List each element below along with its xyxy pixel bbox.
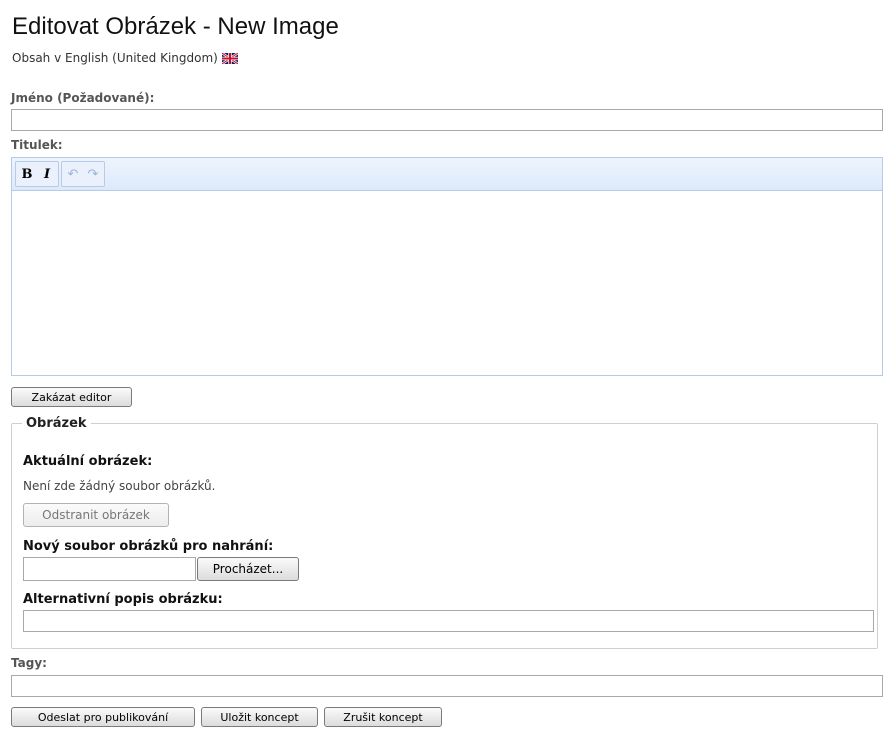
- history-button-group: ↶ ↷: [61, 161, 105, 187]
- disable-editor-button[interactable]: Zakázat editor: [11, 387, 132, 407]
- uk-flag-icon: [221, 52, 238, 64]
- caption-text-area[interactable]: [12, 191, 882, 375]
- tags-input[interactable]: [11, 675, 883, 697]
- browse-button[interactable]: Procházet...: [197, 557, 299, 581]
- redo-icon[interactable]: ↷: [84, 165, 102, 183]
- editor-toolbar: B I ↶ ↷: [12, 158, 882, 191]
- submit-for-publishing-button[interactable]: Odeslat pro publikování: [11, 707, 195, 727]
- image-fieldset-legend: Obrázek: [22, 416, 91, 431]
- no-image-text: Není zde žádný soubor obrázků.: [23, 479, 216, 493]
- italic-button[interactable]: I: [38, 165, 56, 183]
- undo-icon[interactable]: ↶: [64, 165, 82, 183]
- current-image-label: Aktuální obrázek:: [23, 454, 153, 469]
- alt-text-input[interactable]: [23, 610, 874, 632]
- name-label: Jméno (Požadované):: [11, 91, 155, 105]
- content-language: Obsah v English (United Kingdom): [12, 51, 238, 65]
- content-language-label: Obsah v English (United Kingdom): [12, 51, 218, 65]
- bold-button[interactable]: B: [18, 165, 36, 183]
- format-button-group: B I: [15, 161, 59, 187]
- caption-editor: B I ↶ ↷: [11, 157, 883, 376]
- save-draft-button[interactable]: Uložit koncept: [201, 707, 318, 727]
- new-file-label: Nový soubor obrázků pro nahrání:: [23, 539, 274, 554]
- cancel-draft-button[interactable]: Zrušit koncept: [324, 707, 442, 727]
- alt-text-label: Alternativní popis obrázku:: [23, 592, 223, 607]
- name-input[interactable]: [11, 109, 883, 131]
- caption-label: Titulek:: [11, 138, 63, 152]
- file-path-input[interactable]: [23, 557, 196, 581]
- tags-label: Tagy:: [11, 656, 47, 670]
- remove-image-button[interactable]: Odstranit obrázek: [23, 503, 169, 527]
- page-title: Editovat Obrázek - New Image: [12, 13, 339, 40]
